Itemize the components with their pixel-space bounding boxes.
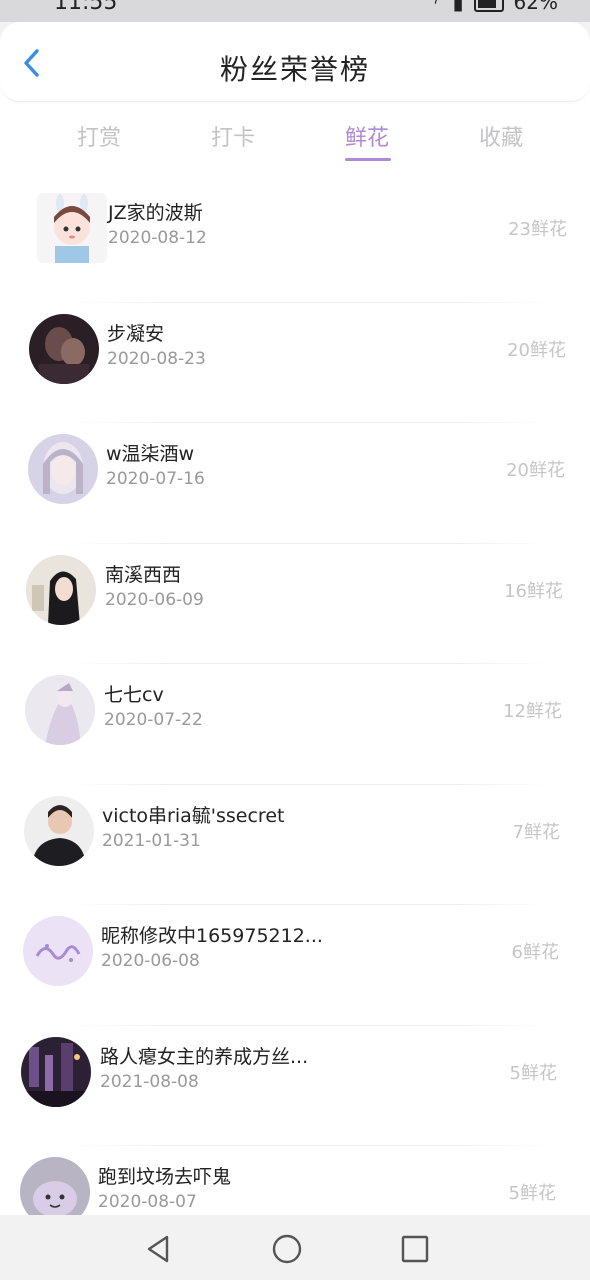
fan-date: 2020-06-08 <box>101 951 200 971</box>
fan-row[interactable]: 七七cv 2020-07-22 12鲜花 <box>0 664 590 785</box>
tab-label: 鲜花 <box>344 126 389 151</box>
wifi-icon: ◜ <box>434 0 443 14</box>
battery-icon <box>473 0 504 12</box>
avatar <box>20 1157 90 1215</box>
fan-name: 昵称修改中165975212... <box>101 925 323 947</box>
purple-logo-avatar-icon <box>23 916 93 986</box>
flower-count: 16鲜花 <box>504 580 563 602</box>
fan-row[interactable]: JZ家的波斯 2020-08-12 23鲜花 <box>0 182 590 303</box>
tab-flowers[interactable]: 鲜花 <box>322 120 412 161</box>
avatar <box>23 916 93 986</box>
fan-row[interactable]: 步凝安 2020-08-23 20鲜花 <box>0 303 590 424</box>
fan-date: 2021-01-31 <box>102 830 201 851</box>
flower-count: 6鲜花 <box>511 942 559 963</box>
nav-home-button[interactable] <box>271 1233 303 1265</box>
fan-row[interactable]: 昵称修改中165975212... 2020-06-08 6鲜花 <box>0 905 590 1026</box>
fan-date: 2020-08-12 <box>108 228 207 248</box>
fan-row[interactable]: 跑到坟场去吓鬼 2020-08-07 5鲜花 <box>0 1146 590 1215</box>
fan-name: 南溪西西 <box>105 563 182 586</box>
square-recents-icon <box>401 1235 429 1263</box>
fan-name: JZ家的波斯 <box>108 202 203 224</box>
night-scene-avatar-icon <box>21 1036 91 1107</box>
fan-row[interactable]: 南溪西西 2020-06-09 16鲜花 <box>0 544 590 665</box>
ghost-cartoon-avatar-icon <box>20 1157 90 1215</box>
fan-name: victo串ria毓'ssecret <box>102 804 285 827</box>
flower-count: 20鲜花 <box>507 339 566 361</box>
avatar <box>21 1036 91 1107</box>
avatar <box>37 193 107 263</box>
avatar <box>29 313 99 384</box>
dark-portrait-avatar-icon <box>29 313 99 384</box>
tab-bar: 打赏 打卡 鲜花 收藏 <box>0 102 590 182</box>
fan-date: 2020-07-16 <box>106 469 205 489</box>
avatar <box>28 434 98 504</box>
fan-row[interactable]: victo串ria毓'ssecret 2021-01-31 7鲜花 <box>0 785 590 906</box>
status-bar: 11:55 ◜ ▮ 62% <box>0 0 590 22</box>
app-screen: 粉丝荣誉榜 打赏 打卡 鲜花 收藏 JZ家的波斯 2020-08-12 23鲜花… <box>0 22 590 1215</box>
avatar <box>25 675 95 745</box>
nav-recents-button[interactable] <box>399 1233 431 1265</box>
flower-count: 7鲜花 <box>512 821 560 843</box>
status-time: 11:55 <box>54 0 118 15</box>
system-nav-bar <box>0 1215 590 1280</box>
fan-date: 2020-08-23 <box>107 348 206 369</box>
girl-portrait-avatar-icon <box>28 434 98 504</box>
fan-row[interactable]: w温柒酒w 2020-07-16 20鲜花 <box>0 423 590 544</box>
avatar <box>26 554 96 625</box>
tab-label: 打卡 <box>210 126 255 151</box>
fan-date: 2020-08-07 <box>98 1192 197 1212</box>
status-icons: ◜ ▮ 62% <box>435 0 558 14</box>
cartoon-boy-avatar-icon <box>37 193 107 263</box>
tab-favorites[interactable]: 收藏 <box>456 120 546 152</box>
page-title: 粉丝荣誉榜 <box>219 53 370 86</box>
flower-count: 23鲜花 <box>508 219 567 240</box>
fan-date: 2020-06-09 <box>105 589 204 610</box>
fan-name: 路人瘪女主的养成方丝... <box>100 1045 309 1068</box>
nav-back-button[interactable] <box>143 1233 175 1265</box>
flower-count: 5鲜花 <box>509 1062 557 1084</box>
flower-count: 12鲜花 <box>503 701 562 722</box>
fan-list: JZ家的波斯 2020-08-12 23鲜花 步凝安 2020-08-23 20… <box>0 182 590 1215</box>
signal-icon: ▮ <box>452 0 464 14</box>
avatar <box>24 795 94 866</box>
active-tab-indicator <box>345 158 391 161</box>
fan-name: 步凝安 <box>107 322 165 345</box>
tab-checkin[interactable]: 打卡 <box>188 120 278 152</box>
flower-count: 20鲜花 <box>506 460 565 481</box>
fan-row[interactable]: 路人瘪女主的养成方丝... 2021-08-08 5鲜花 <box>0 1026 590 1147</box>
battery-percent: 62% <box>513 0 558 14</box>
flower-count: 5鲜花 <box>508 1183 556 1204</box>
triangle-back-icon <box>147 1235 169 1263</box>
fan-date: 2020-07-22 <box>104 710 203 730</box>
fan-name: 跑到坟场去吓鬼 <box>98 1166 232 1188</box>
fan-name: 七七cv <box>104 684 164 706</box>
tab-label: 打赏 <box>76 126 121 151</box>
man-portrait-avatar-icon <box>24 795 94 866</box>
girl-dark-hair-avatar-icon <box>26 554 96 625</box>
anime-illustration-avatar-icon <box>25 675 95 745</box>
circle-home-icon <box>272 1234 302 1264</box>
fan-date: 2021-08-08 <box>100 1071 199 1092</box>
fan-name: w温柒酒w <box>106 443 195 465</box>
tab-reward[interactable]: 打赏 <box>54 120 144 152</box>
header: 粉丝荣誉榜 <box>0 22 590 102</box>
tab-label: 收藏 <box>478 126 523 151</box>
